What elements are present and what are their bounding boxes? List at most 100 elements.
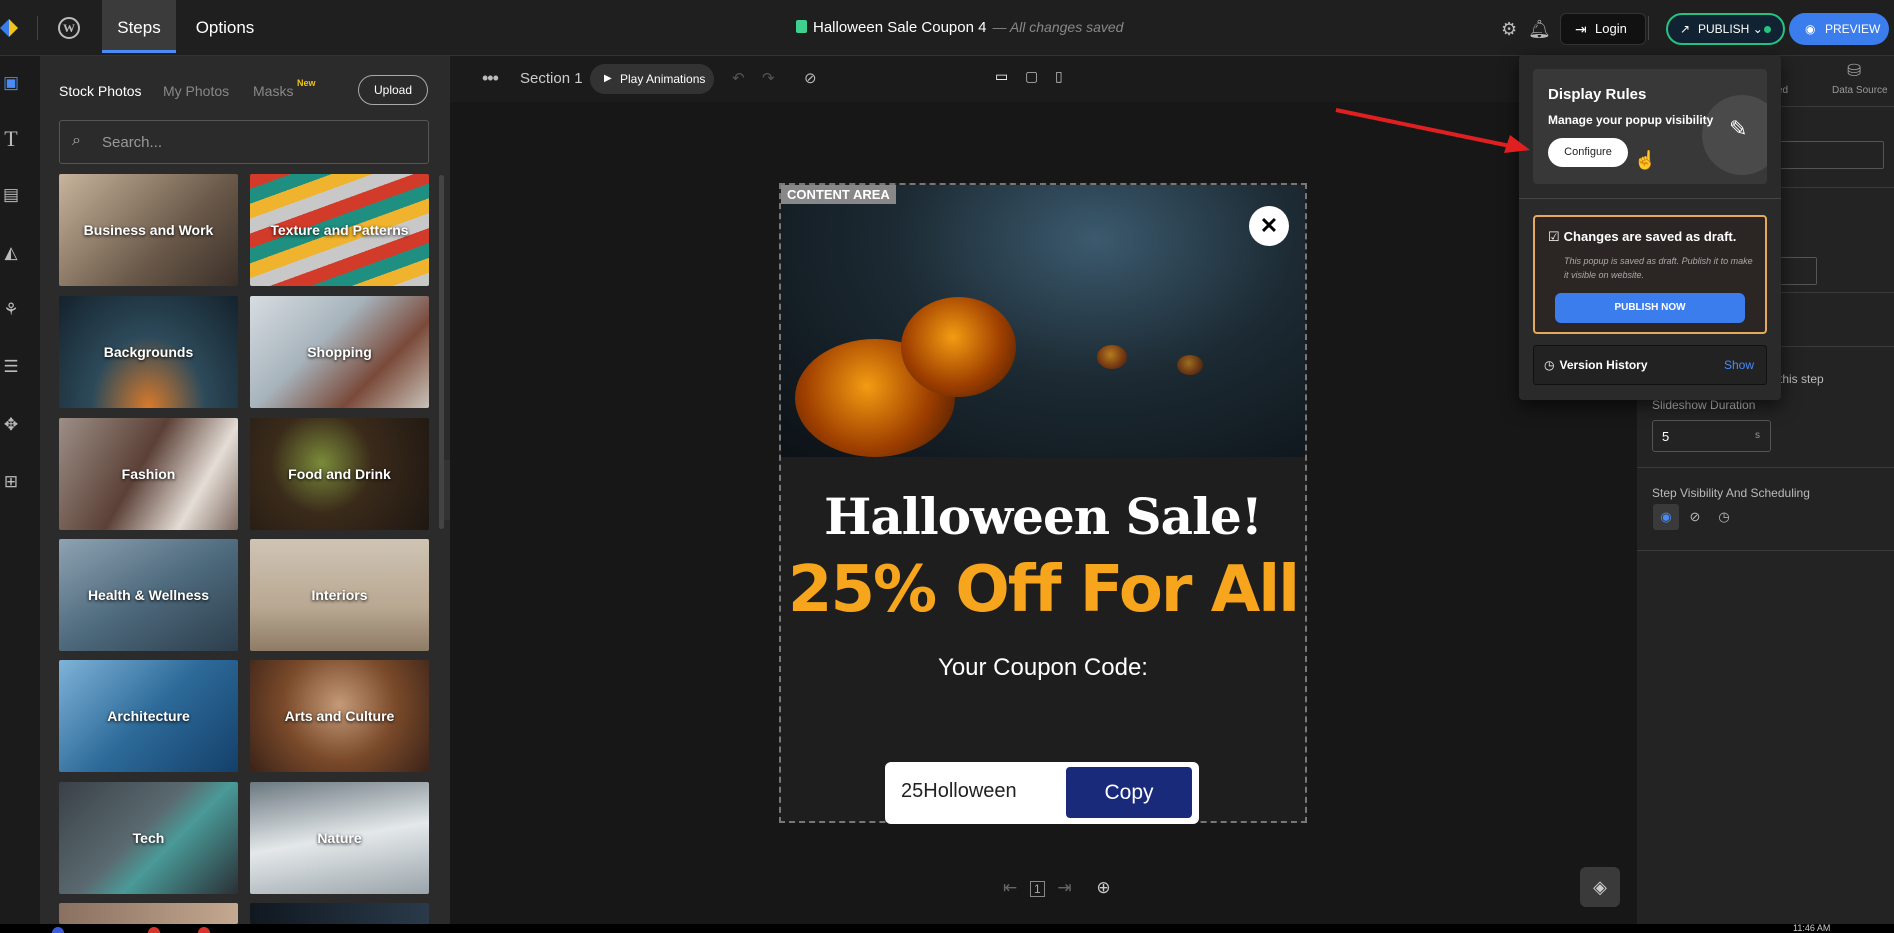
settings-input[interactable] — [1767, 141, 1884, 169]
schedule-clock-icon[interactable]: ◷ — [1711, 504, 1737, 530]
elements-icon[interactable]: ⚘ — [0, 299, 22, 321]
form-icon[interactable]: ☰ — [0, 356, 22, 378]
new-badge: New — [297, 78, 316, 88]
os-taskbar — [0, 924, 1894, 933]
mobile-icon[interactable]: ▯ — [1055, 68, 1063, 85]
category-label: Texture and Patterns — [270, 222, 409, 238]
desktop-icon[interactable]: ▭ — [995, 68, 1008, 85]
publish-now-button[interactable]: PUBLISH NOW — [1555, 293, 1745, 323]
add-icon[interactable]: ⊞ — [0, 471, 22, 493]
taskbar-clock: 11:46 AM — [1793, 923, 1831, 933]
category-label: Food and Drink — [288, 466, 391, 482]
app-logo-icon[interactable] — [0, 16, 22, 40]
shapes-icon[interactable]: ◭ — [0, 242, 22, 264]
category-tile-architecture[interactable]: Architecture — [59, 660, 238, 772]
tablet-icon[interactable]: ▢ — [1025, 68, 1038, 85]
taskbar-app-icon[interactable] — [148, 927, 160, 933]
display-rules-card: ✎ Display Rules Manage your popup visibi… — [1533, 69, 1767, 184]
image-icon[interactable]: ▣ — [0, 72, 22, 94]
category-tile-tech[interactable]: Tech — [59, 782, 238, 894]
category-tile-texture[interactable]: Texture and Patterns — [250, 174, 429, 286]
version-history-title: ◷ Version History — [1544, 358, 1648, 372]
layers-button[interactable]: ◈ — [1580, 867, 1620, 907]
category-tile-nature[interactable]: Nature — [250, 782, 429, 894]
more-options-icon[interactable]: ••• — [482, 68, 499, 89]
tab-my-photos[interactable]: My Photos — [163, 83, 229, 99]
category-tile-partial[interactable] — [59, 903, 238, 924]
save-status: — All changes saved — [992, 19, 1124, 35]
category-tile-interiors[interactable]: Interiors — [250, 539, 429, 651]
redo-icon[interactable]: ↷ — [762, 69, 775, 87]
copy-button[interactable]: Copy — [1066, 767, 1192, 818]
prev-step-icon[interactable]: ⇤ — [1003, 878, 1017, 897]
popup-content-area[interactable]: ✕ CONTENT AREA Halloween Sale! 25% Off F… — [779, 183, 1307, 824]
tab-steps[interactable]: Steps — [102, 0, 176, 53]
wordpress-icon[interactable]: W — [58, 17, 80, 39]
slideshow-duration-input[interactable]: 5 s — [1652, 420, 1771, 452]
chevron-down-icon: ⌄ — [1752, 22, 1763, 36]
category-label: Tech — [132, 830, 165, 846]
add-step-icon[interactable]: ⊕ — [1096, 878, 1110, 897]
tab-stock-photos[interactable]: Stock Photos — [59, 83, 142, 99]
login-button[interactable]: ⇥ Login — [1560, 13, 1646, 45]
upload-button[interactable]: Upload — [358, 75, 428, 105]
move-icon[interactable]: ✥ — [0, 414, 22, 436]
next-step-icon[interactable]: ⇥ — [1057, 878, 1071, 897]
popup-close-button[interactable]: ✕ — [1249, 206, 1289, 246]
publish-button[interactable]: ↗ PUBLISH ⌄ — [1666, 13, 1785, 45]
halloween-hero-image[interactable]: ✕ — [781, 185, 1305, 457]
category-tile-partial[interactable] — [250, 903, 429, 924]
tab-masks[interactable]: Masks — [253, 83, 293, 99]
category-tile-fashion[interactable]: Fashion — [59, 418, 238, 530]
media-icon[interactable]: ▤ — [0, 184, 22, 206]
section-label[interactable]: Section 1 — [520, 70, 583, 87]
document-title[interactable]: Halloween Sale Coupon 4 — All changes sav… — [796, 19, 1123, 36]
tab-data-source[interactable]: Data Source — [1832, 85, 1888, 96]
slideshow-duration-value: 5 — [1662, 429, 1670, 444]
coupon-code-label[interactable]: Your Coupon Code: — [781, 654, 1305, 682]
taskbar-app-icon[interactable] — [52, 927, 64, 933]
category-tile-arts[interactable]: Arts and Culture — [250, 660, 429, 772]
version-history-row[interactable]: ◷ Version History Show — [1533, 345, 1767, 385]
slideshow-duration-label: Slideshow Duration — [1652, 398, 1756, 412]
category-tile-food[interactable]: Food and Drink — [250, 418, 429, 530]
category-tile-business[interactable]: Business and Work — [59, 174, 238, 286]
show-version-history-link[interactable]: Show — [1724, 358, 1754, 372]
category-tile-backgrounds[interactable]: Backgrounds — [59, 296, 238, 408]
undo-icon[interactable]: ↶ — [732, 69, 745, 87]
configure-button[interactable]: Configure — [1548, 138, 1628, 167]
editor-canvas: ••• Section 1 ▶ Play Animations ↶ ↷ ⊘ ▭ ▢… — [450, 56, 1637, 924]
play-icon: ▶ — [604, 73, 612, 84]
hand-cursor-icon: ☝ — [1634, 150, 1657, 170]
search-input[interactable] — [102, 131, 402, 153]
step-option-text: this step — [1779, 372, 1824, 386]
draft-description: This popup is saved as draft. Publish it… — [1564, 256, 1753, 280]
taskbar-app-icon[interactable] — [198, 927, 210, 933]
preview-button[interactable]: ◉ PREVIEW — [1789, 13, 1889, 45]
play-animations-button[interactable]: ▶ Play Animations — [590, 64, 714, 94]
divider — [1648, 16, 1649, 40]
hide-eye-icon[interactable]: ⊘ — [804, 69, 817, 87]
settings-gear-icon[interactable]: ⚙ — [1501, 19, 1517, 40]
tab-options[interactable]: Options — [190, 0, 260, 53]
visible-eye-icon[interactable]: ◉ — [1653, 504, 1679, 530]
text-icon[interactable]: T — [0, 128, 22, 150]
category-label: Business and Work — [83, 222, 214, 238]
category-tile-shopping[interactable]: Shopping — [250, 296, 429, 408]
login-icon: ⇥ — [1575, 21, 1587, 37]
coupon-box[interactable]: 25Holloween Copy — [885, 762, 1199, 824]
status-dot — [1764, 26, 1771, 33]
content-area-label: CONTENT AREA — [781, 185, 896, 204]
coupon-code[interactable]: 25Holloween — [901, 780, 1017, 803]
popup-headline[interactable]: Halloween Sale! — [781, 487, 1305, 546]
photo-search[interactable]: ⌕ — [59, 120, 429, 164]
category-tile-health[interactable]: Health & Wellness — [59, 539, 238, 651]
popup-offer[interactable]: 25% Off For All — [781, 553, 1305, 627]
hidden-eye-icon[interactable]: ⊘ — [1682, 504, 1708, 530]
database-icon[interactable]: ⛁ — [1847, 61, 1861, 81]
step-number[interactable]: 1 — [1029, 881, 1045, 897]
play-label: Play Animations — [620, 72, 706, 86]
notification-bell-icon[interactable]: 🔔︎ — [1528, 19, 1551, 40]
slideshow-duration-unit: s — [1755, 430, 1760, 441]
publish-label: PUBLISH — [1698, 22, 1750, 36]
